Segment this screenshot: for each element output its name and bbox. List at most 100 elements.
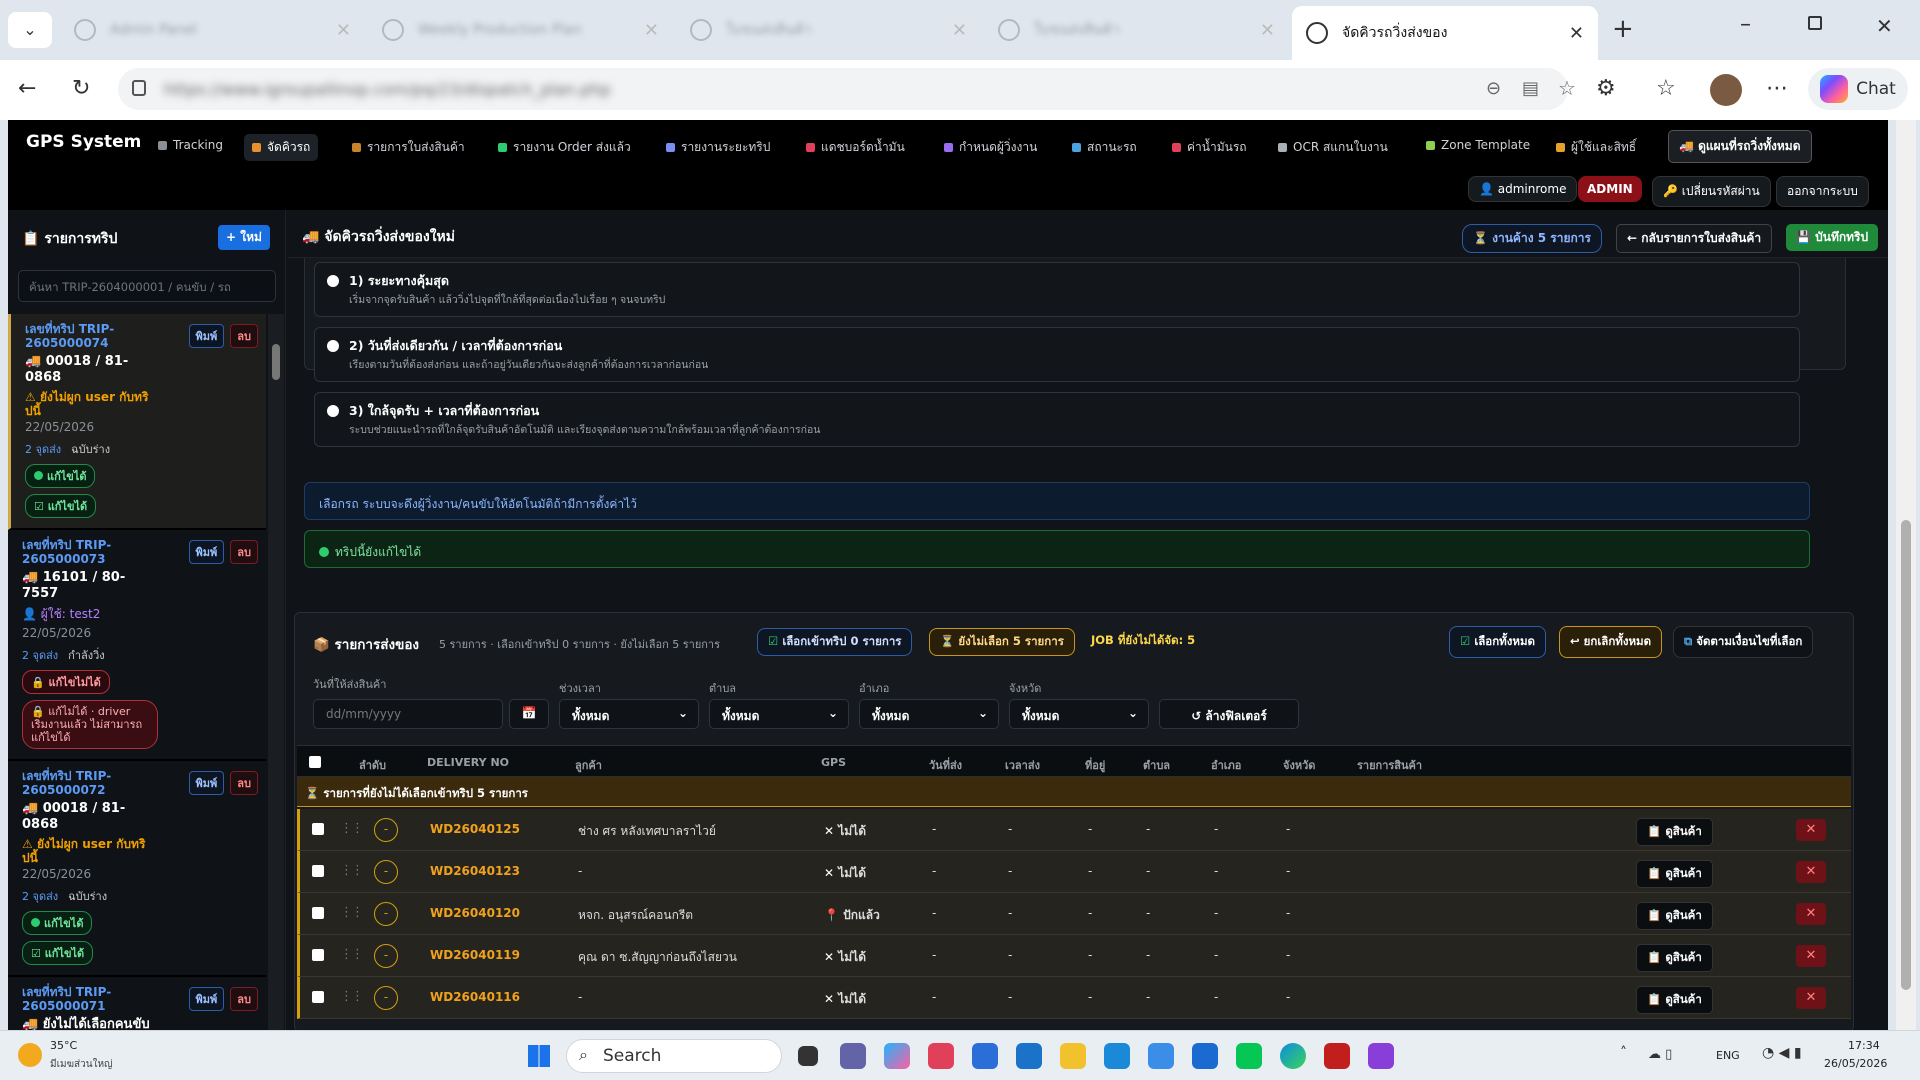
time-filter-select[interactable]: ทั้งหมด ⌄ [559,699,699,729]
browser-tab-active[interactable]: จัดคิวรถวิ่งส่งของ ✕ [1292,6,1598,60]
nav-item-8[interactable]: สถานะรถ [1064,134,1145,161]
teams-icon[interactable] [840,1043,866,1069]
delete-trip-button[interactable]: ลบ [230,540,258,564]
tab-close-icon[interactable]: ✕ [644,20,659,41]
calendar-button[interactable]: 📅 [509,699,549,729]
print-trip-button[interactable]: พิมพ์ [188,540,225,564]
row-checkbox[interactable] [312,949,324,961]
change-password-button[interactable]: 🔑 เปลี่ยนรหัสผ่าน [1652,176,1771,207]
view-items-button[interactable]: 📋 ดูสินค้า [1636,860,1713,888]
browser-tab-4[interactable]: ใบขนส่งสินค้า ✕ [984,10,1289,50]
remove-row-button[interactable]: ✕ [1796,945,1826,967]
start-button-icon[interactable] [528,1045,550,1067]
tab-close-icon[interactable]: ✕ [1260,20,1275,41]
trip-search-input[interactable]: ค้นหา TRIP-2604000001 / คนขับ / รถ [18,270,276,302]
visual-studio-icon[interactable] [1368,1043,1394,1069]
view-items-button[interactable]: 📋 ดูสินค้า [1636,986,1713,1014]
trip-item[interactable]: พิมพ์ ลบ เลขที่ทริป TRIP-2605000071 🚚 ยังไม… [8,977,266,1030]
copilot-icon[interactable] [884,1043,910,1069]
drag-handle-icon[interactable]: ⋮⋮ [340,989,364,1004]
delivery-number[interactable]: WD26040120 [430,906,520,920]
more-menu-icon[interactable]: ⋯ [1766,76,1788,101]
favorite-star-icon[interactable]: ☆ [1558,76,1576,100]
row-checkbox[interactable] [312,823,324,835]
radio-button[interactable] [327,405,339,417]
radio-button[interactable] [327,275,339,287]
remove-row-button[interactable]: ✕ [1796,987,1826,1009]
remove-row-button[interactable]: ✕ [1796,819,1826,841]
pending-jobs-chip[interactable]: ⏳ งานค้าง 5 รายการ [1462,224,1602,253]
edge-icon[interactable] [1280,1043,1306,1069]
select-all-checkbox[interactable] [309,756,321,768]
delete-trip-button[interactable]: ลบ [230,324,258,348]
system-tray-icons[interactable]: ☁ ▯ [1648,1047,1672,1062]
filezilla-icon[interactable] [1324,1043,1350,1069]
refresh-icon[interactable]: ↻ [72,76,90,101]
taskbar-search[interactable]: ⌕ Search [566,1039,782,1073]
routing-option-3[interactable]: 3) ใกล้จุดรับ + เวลาที่ต้องการก่อน ระบบช่… [314,392,1800,447]
store-icon[interactable] [972,1043,998,1069]
subdistrict-filter-select[interactable]: ทั้งหมด ⌄ [709,699,849,729]
app-icon[interactable] [1104,1043,1130,1069]
delivery-number[interactable]: WD26040123 [430,864,520,878]
network-volume-icons[interactable]: ◔ ◀ ▮ [1762,1045,1802,1061]
delete-trip-button[interactable]: ลบ [230,987,258,1011]
drag-handle-icon[interactable]: ⋮⋮ [340,821,364,836]
date-filter-input[interactable]: dd/mm/yyyy [313,699,503,729]
sort-by-condition-button[interactable]: ⧉ จัดตามเงื่อนไขที่เลือก [1673,626,1814,658]
minimize-icon[interactable]: – [1740,12,1751,37]
nav-item-6[interactable]: แดชบอร์ดน้ำมัน [798,134,913,161]
cancel-all-button[interactable]: ↩ ยกเลิกทั้งหมด [1559,626,1663,658]
save-trip-button[interactable]: 💾 บันทึกทริป [1786,224,1879,251]
radio-button[interactable] [327,340,339,352]
order-row[interactable]: ⋮⋮ - WD26040120 หจก. อนุสรณ์คอนกรีต 📍 ปักแล้… [297,893,1851,935]
drag-handle-icon[interactable]: ⋮⋮ [340,905,364,920]
order-row[interactable]: ⋮⋮ - WD26040116- ✕ ไม่ได้ - - - - - - 📋 ดูสินค้า ✕ [297,977,1851,1019]
row-checkbox[interactable] [312,907,324,919]
drag-handle-icon[interactable]: ⋮⋮ [340,863,364,878]
nav-item-5[interactable]: รายงานระยะทริป [658,134,778,161]
select-all-button[interactable]: ☑ เลือกทั้งหมด [1449,626,1547,658]
tab-list-dropdown[interactable]: ⌄ [8,12,52,48]
scrollbar-thumb[interactable] [1901,520,1911,990]
row-checkbox[interactable] [312,991,324,1003]
copilot-chat-button[interactable]: Chat [1808,68,1908,110]
address-bar[interactable]: https://www.igroupallinop.com/pq/23/disp… [118,68,1576,110]
order-row[interactable]: ⋮⋮ - WD26040125 ช่าง ศร หลังเทศบาลราไวย์ ✕ ไ… [297,809,1851,851]
district-filter-select[interactable]: ทั้งหมด ⌄ [859,699,999,729]
page-scrollbar[interactable] [1896,120,1916,1030]
view-items-button[interactable]: 📋 ดูสินค้า [1636,944,1713,972]
delivery-number[interactable]: WD26040125 [430,822,520,836]
gift-icon[interactable] [928,1043,954,1069]
scrollbar-thumb[interactable] [272,344,280,380]
zoom-icon[interactable]: ⊖ [1486,78,1501,99]
delete-trip-button[interactable]: ลบ [230,771,258,795]
delivery-number[interactable]: WD26040116 [430,990,520,1004]
profile-avatar[interactable] [1710,74,1742,106]
extensions-icon[interactable]: ⚙ [1596,76,1616,101]
task-view-icon[interactable] [798,1046,818,1066]
new-tab-icon[interactable]: + [1612,14,1634,44]
row-checkbox[interactable] [312,865,324,877]
nav-all-plan-button[interactable]: 🚚 ดูแผนที่รถวิ่งทั้งหมด [1668,130,1812,163]
outlook-icon[interactable] [1016,1043,1042,1069]
restore-icon[interactable] [1808,16,1822,30]
browser-tab-3[interactable]: ใบขนส่งสินค้า ✕ [676,10,981,50]
tab-close-icon[interactable]: ✕ [1569,23,1584,44]
print-trip-button[interactable]: พิมพ์ [188,987,225,1011]
browser-tab-2[interactable]: Weekly Production Plan ✕ [368,10,673,50]
drag-handle-icon[interactable]: ⋮⋮ [340,947,364,962]
clock-date[interactable]: 26/05/2026 [1824,1057,1887,1070]
remove-row-button[interactable]: ✕ [1796,861,1826,883]
province-filter-select[interactable]: ทั้งหมด ⌄ [1009,699,1149,729]
trip-list-scrollbar[interactable] [268,314,284,1030]
line-icon[interactable] [1236,1043,1262,1069]
close-window-icon[interactable]: ✕ [1876,14,1893,38]
brand-logo[interactable]: GPS System [26,132,141,152]
nav-item-10[interactable]: OCR สแกนใบงาน [1270,134,1396,161]
back-to-list-button[interactable]: ← กลับรายการใบส่งสินค้า [1616,224,1773,253]
delivery-number[interactable]: WD26040119 [430,948,520,962]
nav-item-2[interactable]: จัดคิวรถ [244,134,319,161]
print-trip-button[interactable]: พิมพ์ [188,324,225,348]
order-row[interactable]: ⋮⋮ - WD26040123- ✕ ไม่ได้ - - - - - - 📋 ดูสินค้า ✕ [297,851,1851,893]
